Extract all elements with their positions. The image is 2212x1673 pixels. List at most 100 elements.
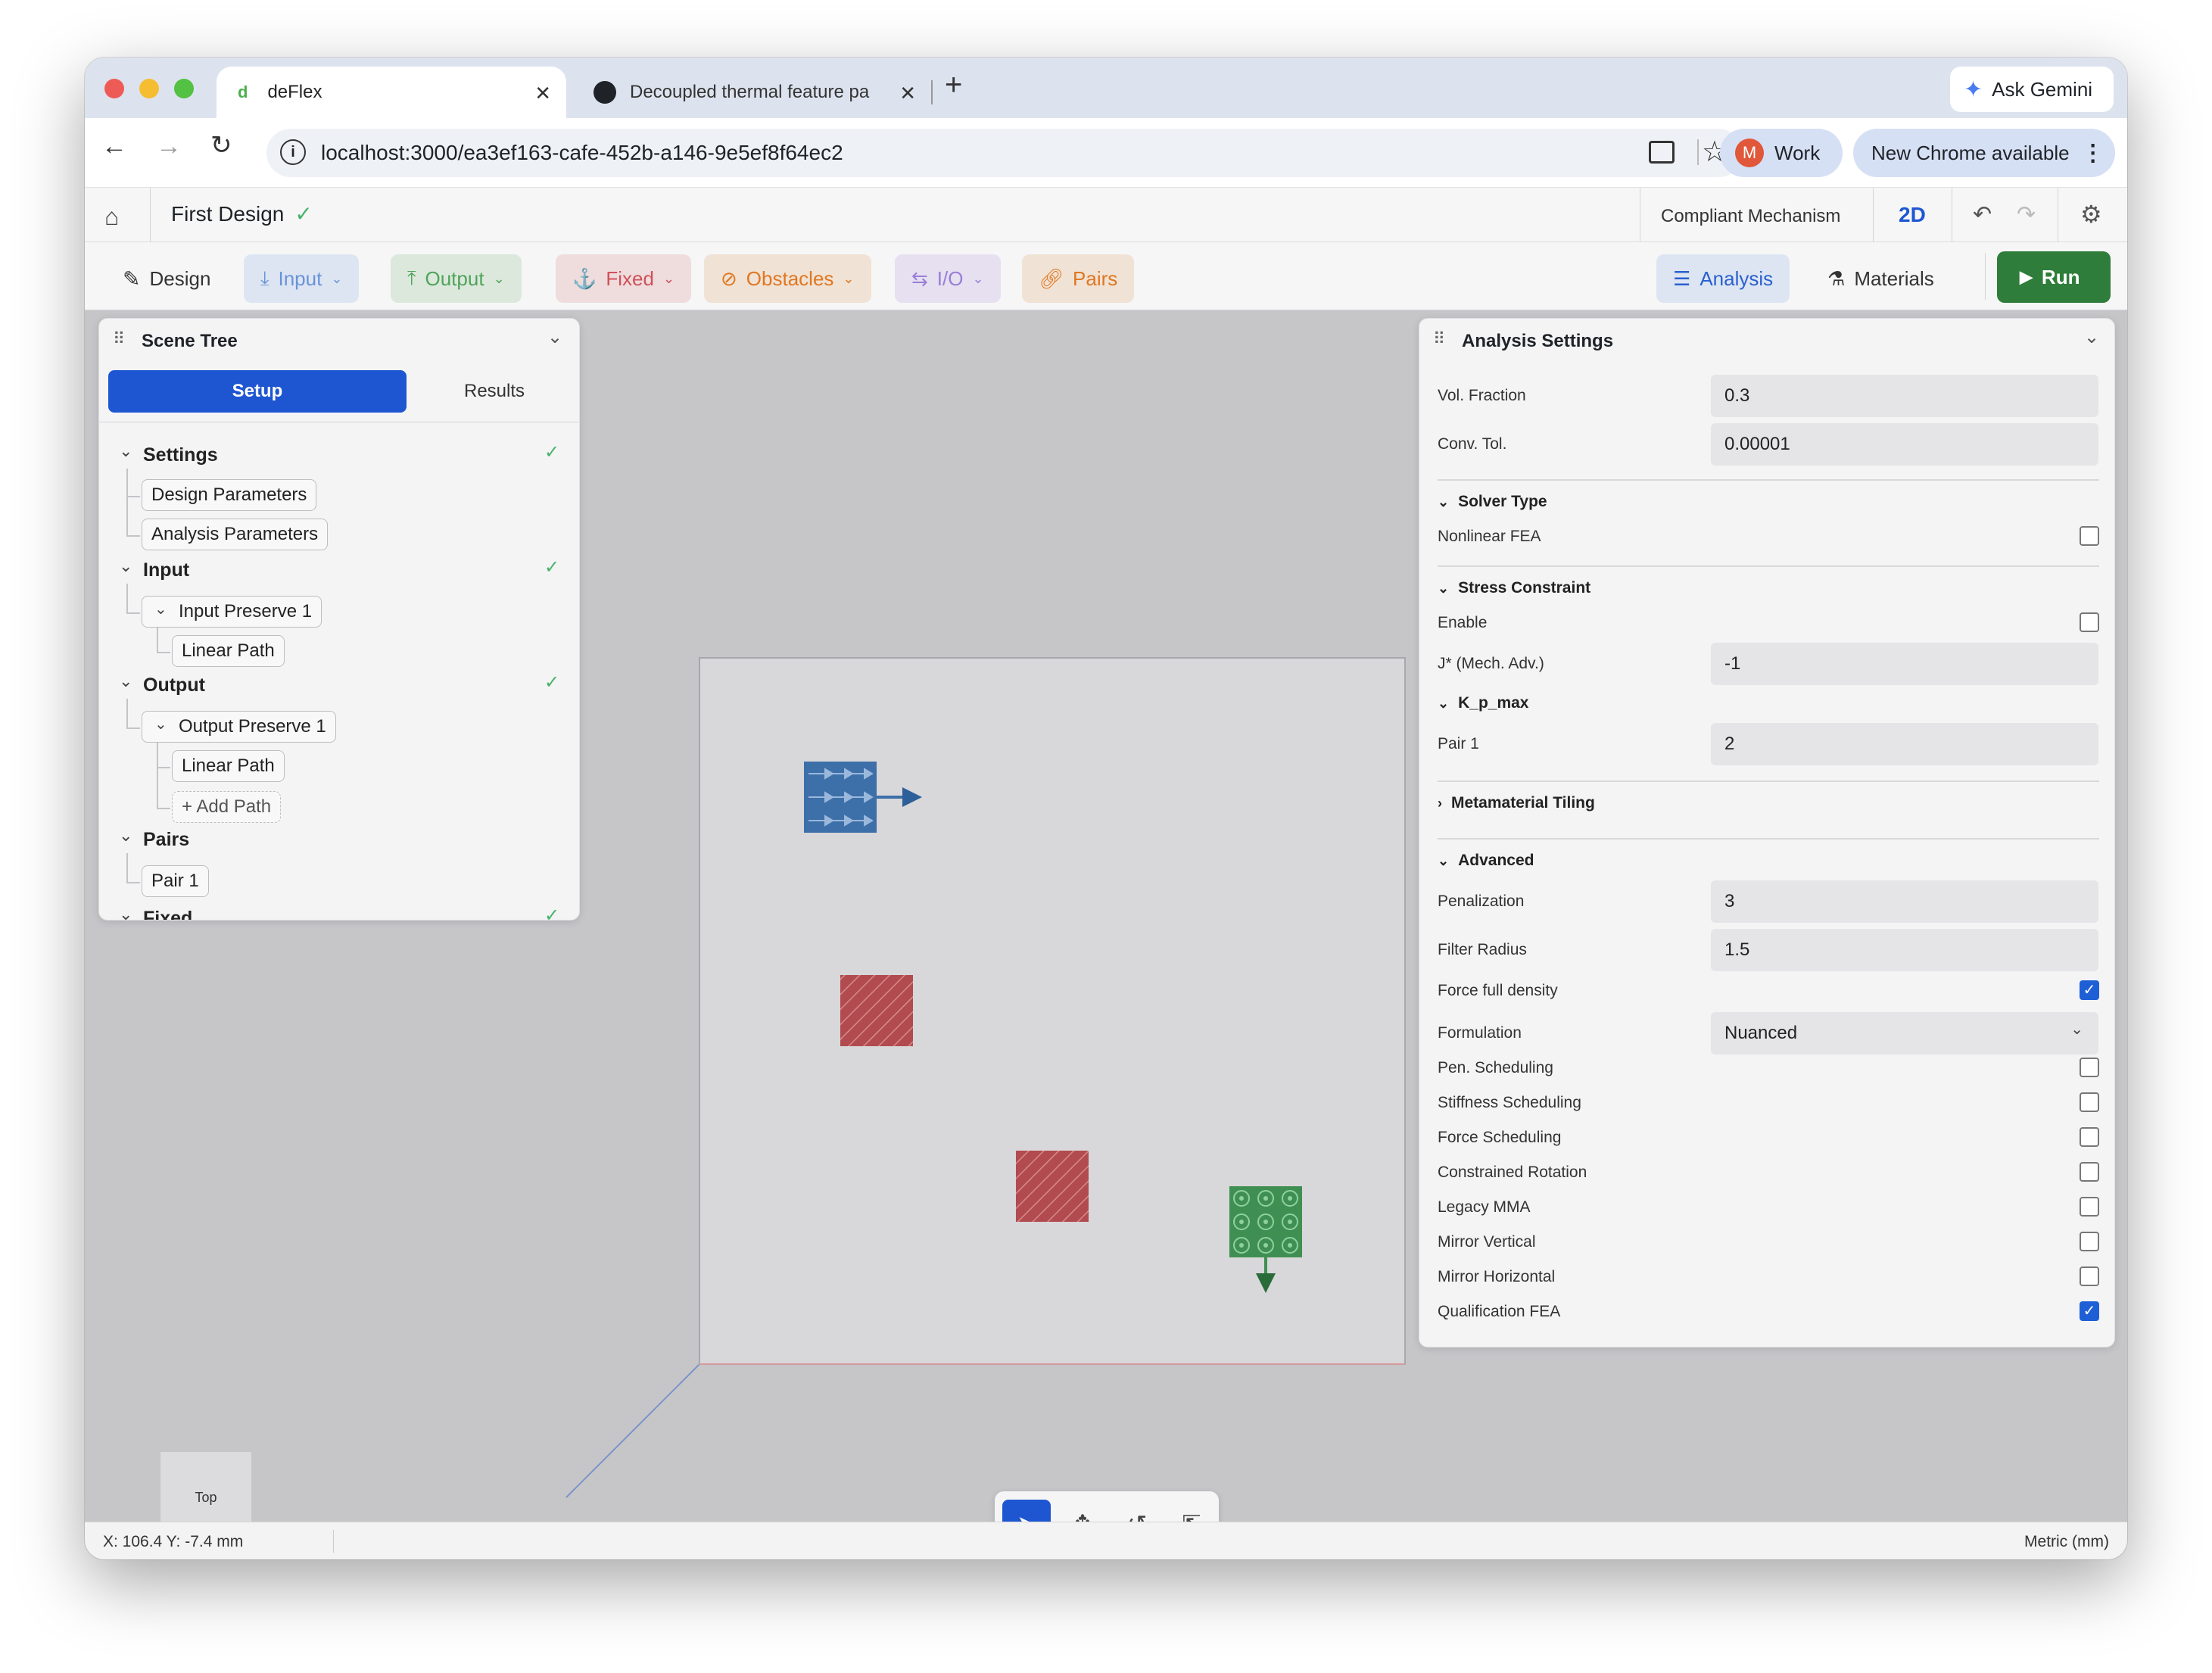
ask-gemini-button[interactable]: ✦ Ask Gemini bbox=[1950, 67, 2114, 112]
output-button[interactable]: ⤒ Output ⌄ bbox=[391, 254, 522, 303]
metamaterial-section[interactable]: › Metamaterial Tiling bbox=[1438, 794, 1595, 812]
tab-search-icon[interactable] bbox=[1649, 141, 1675, 164]
close-tab-icon[interactable]: ✕ bbox=[534, 82, 551, 105]
close-tab-icon[interactable]: ✕ bbox=[899, 82, 916, 105]
mirror-vertical-label: Mirror Vertical bbox=[1438, 1233, 1536, 1251]
fixed-button[interactable]: ⚓ Fixed ⌄ bbox=[556, 254, 692, 303]
stiffness-scheduling-checkbox[interactable] bbox=[2080, 1092, 2099, 1112]
stress-constraint-section[interactable]: ⌄ Stress Constraint bbox=[1438, 579, 1590, 597]
chevron-down-icon[interactable]: ⌄ bbox=[119, 671, 132, 691]
io-button[interactable]: ⇆ I/O ⌄ bbox=[895, 254, 1001, 303]
advanced-section[interactable]: ⌄ Advanced bbox=[1438, 852, 1534, 870]
collapse-chevron-icon[interactable]: ⌄ bbox=[547, 326, 562, 348]
new-tab-icon[interactable]: + bbox=[945, 68, 962, 102]
home-icon[interactable]: ⌂ bbox=[104, 203, 119, 231]
dimension-toggle[interactable]: 2D bbox=[1899, 203, 1926, 227]
undo-icon[interactable]: ↶ bbox=[1973, 201, 1992, 228]
tab-results[interactable]: Results bbox=[419, 370, 570, 413]
site-info-icon[interactable]: i bbox=[280, 139, 306, 165]
kpmax-section[interactable]: ⌄ K_p_max bbox=[1438, 694, 1528, 712]
forward-icon[interactable]: → bbox=[156, 132, 182, 161]
tree-section-fixed[interactable]: Fixed bbox=[143, 908, 192, 920]
check-icon: ✓ bbox=[544, 442, 560, 463]
run-button[interactable]: ▶ Run bbox=[1997, 251, 2111, 303]
tab-deflex[interactable]: d deFlex ✕ bbox=[217, 67, 566, 118]
browser-toolbar: ← → ↻ i localhost:3000/ea3ef163-cafe-452… bbox=[85, 118, 2127, 188]
minimize-window-button[interactable] bbox=[139, 79, 159, 98]
qualification-fea-checkbox[interactable]: ✓ bbox=[2080, 1301, 2099, 1321]
back-icon[interactable]: ← bbox=[101, 132, 127, 161]
tree-node-pair-1[interactable]: Pair 1 bbox=[142, 865, 209, 897]
scene-tree-title: Scene Tree bbox=[142, 331, 238, 351]
filter-radius-input[interactable]: 1.5 bbox=[1711, 929, 2098, 971]
settings-gear-icon[interactable]: ⚙ bbox=[2080, 200, 2102, 229]
design-button[interactable]: ✎ Design bbox=[106, 254, 227, 303]
conv-tol-input[interactable]: 0.00001 bbox=[1711, 423, 2098, 466]
materials-button[interactable]: ⚗ Materials bbox=[1811, 254, 1951, 303]
chrome-update-button[interactable]: New Chrome available ⋮ bbox=[1853, 129, 2115, 177]
tree-line bbox=[126, 727, 140, 729]
tree-node-input-linear-path[interactable]: Linear Path bbox=[172, 635, 285, 667]
analysis-button[interactable]: ☰ Analysis bbox=[1656, 254, 1790, 303]
drag-handle-icon[interactable]: ⠿ bbox=[1433, 329, 1445, 349]
penalization-input[interactable]: 3 bbox=[1711, 880, 2098, 923]
close-window-button[interactable] bbox=[104, 79, 124, 98]
viewport-canvas[interactable]: Top ➤ ✥ ↺ ⇱ ⠿ Scene Tree ⌄ Setup Results… bbox=[85, 310, 2127, 1556]
design-title[interactable]: First Design ✓ bbox=[171, 201, 313, 226]
solver-type-section[interactable]: ⌄ Solver Type bbox=[1438, 493, 1547, 511]
conv-tol-label: Conv. Tol. bbox=[1438, 435, 1507, 453]
section-divider bbox=[1438, 565, 2099, 567]
tab-setup[interactable]: Setup bbox=[108, 370, 407, 413]
chevron-down-icon[interactable]: ⌄ bbox=[154, 715, 167, 734]
pair1-input[interactable]: 2 bbox=[1711, 723, 2098, 765]
tree-node-output-linear-path[interactable]: Linear Path bbox=[172, 750, 285, 782]
upload-icon: ⤒ bbox=[407, 266, 416, 289]
force-scheduling-checkbox[interactable] bbox=[2080, 1127, 2099, 1147]
nonlinear-fea-checkbox[interactable] bbox=[2080, 526, 2099, 546]
force-full-density-checkbox[interactable]: ✓ bbox=[2080, 980, 2099, 1000]
obstacles-button[interactable]: ⊘ Obstacles ⌄ bbox=[704, 254, 871, 303]
tree-section-output[interactable]: Output bbox=[143, 674, 205, 696]
mirror-horizontal-checkbox[interactable] bbox=[2080, 1266, 2099, 1286]
edit-icon: ✎ bbox=[123, 266, 141, 291]
reload-icon[interactable]: ↻ bbox=[210, 130, 232, 160]
chevron-down-icon[interactable]: ⌄ bbox=[119, 556, 132, 576]
tree-node-input-preserve[interactable]: ⌄ Input Preserve 1 bbox=[142, 596, 322, 628]
chevron-down-icon[interactable]: ⌄ bbox=[119, 441, 132, 461]
formulation-label: Formulation bbox=[1438, 1024, 1522, 1042]
maximize-window-button[interactable] bbox=[174, 79, 194, 98]
add-path-button[interactable]: + Add Path bbox=[172, 791, 282, 823]
solver-type-heading: Solver Type bbox=[1458, 493, 1547, 510]
kebab-menu-icon[interactable]: ⋮ bbox=[2082, 140, 2105, 167]
pairs-button[interactable]: 🔗︎ Pairs bbox=[1022, 254, 1135, 303]
tree-section-pairs[interactable]: Pairs bbox=[143, 829, 189, 851]
profile-button[interactable]: M Work bbox=[1720, 129, 1843, 177]
mechanism-mode[interactable]: Compliant Mechanism bbox=[1661, 206, 1840, 227]
units-indicator[interactable]: Metric (mm) bbox=[2024, 1533, 2109, 1551]
formulation-select[interactable]: Nuanced ⌄ bbox=[1711, 1012, 2098, 1055]
header-divider bbox=[1873, 188, 1874, 242]
mirror-vertical-checkbox[interactable] bbox=[2080, 1232, 2099, 1251]
enable-checkbox[interactable] bbox=[2080, 612, 2099, 632]
pen-scheduling-checkbox[interactable] bbox=[2080, 1058, 2099, 1077]
tree-section-input[interactable]: Input bbox=[143, 559, 189, 581]
chevron-down-icon[interactable]: ⌄ bbox=[154, 600, 167, 618]
chevron-down-icon[interactable]: ⌄ bbox=[119, 826, 132, 846]
tree-node-output-preserve[interactable]: ⌄ Output Preserve 1 bbox=[142, 711, 336, 743]
chevron-down-icon: ⌄ bbox=[331, 270, 343, 286]
drag-handle-icon[interactable]: ⠿ bbox=[113, 329, 125, 349]
tree-section-settings[interactable]: Settings bbox=[143, 444, 218, 466]
jstar-input[interactable]: -1 bbox=[1711, 643, 2098, 685]
input-button[interactable]: ⤓ Input ⌄ bbox=[244, 254, 360, 303]
redo-icon[interactable]: ↷ bbox=[2017, 201, 2036, 228]
tree-node-analysis-parameters[interactable]: Analysis Parameters bbox=[142, 519, 329, 550]
check-icon: ✓ bbox=[544, 557, 560, 578]
constrained-rotation-checkbox[interactable] bbox=[2080, 1162, 2099, 1182]
collapse-chevron-icon[interactable]: ⌄ bbox=[2084, 326, 2099, 348]
vol-fraction-input[interactable]: 0.3 bbox=[1711, 375, 2098, 417]
legacy-mma-checkbox[interactable] bbox=[2080, 1197, 2099, 1217]
address-bar[interactable]: i localhost:3000/ea3ef163-cafe-452b-a146… bbox=[266, 129, 1743, 177]
chevron-down-icon[interactable]: ⌄ bbox=[119, 905, 132, 920]
tree-node-design-parameters[interactable]: Design Parameters bbox=[142, 479, 317, 511]
tab-github[interactable]: Decoupled thermal feature pa ✕ bbox=[577, 67, 933, 118]
